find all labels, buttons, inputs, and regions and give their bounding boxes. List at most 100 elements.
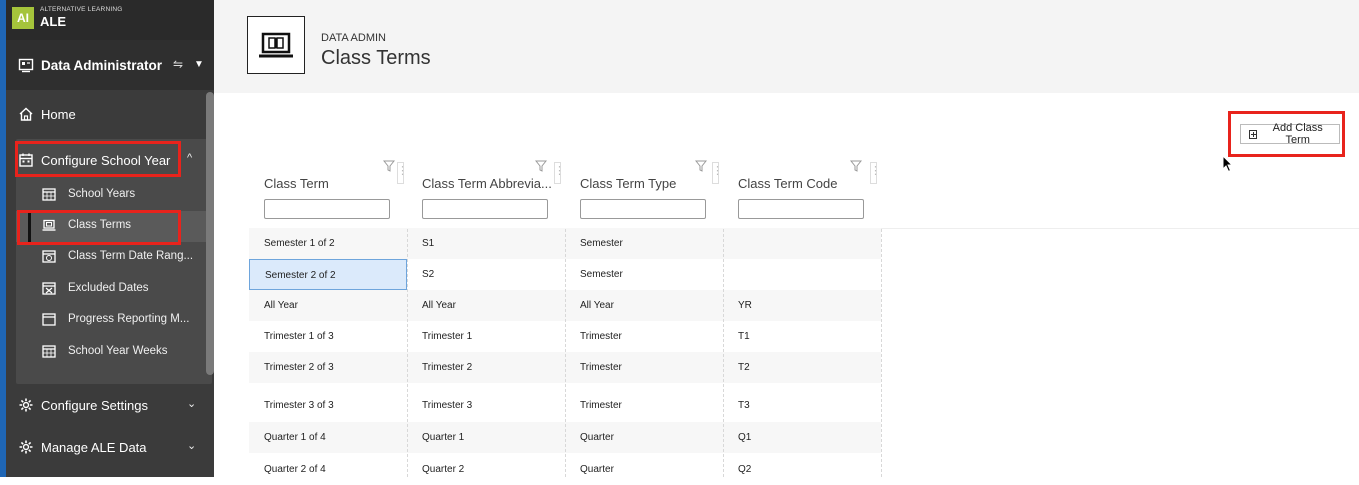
cell-type[interactable]: Trimester <box>565 321 723 352</box>
calendar-clock-icon <box>42 250 56 263</box>
column-divider <box>723 229 724 477</box>
column-header-class-term-type[interactable]: Class Term Type <box>565 160 723 228</box>
cell-abbreviation[interactable]: Quarter 1 <box>407 422 565 453</box>
column-header-class-term-abbreviation[interactable]: Class Term Abbrevia... <box>407 160 565 228</box>
gear-icon <box>19 440 33 454</box>
sidebar-item-label: Home <box>41 107 76 122</box>
cell-type[interactable]: Trimester <box>565 352 723 383</box>
cell-type[interactable]: Quarter <box>565 454 723 485</box>
cell-code[interactable]: Q1 <box>723 422 881 453</box>
cell-abbreviation[interactable]: All Year <box>407 290 565 321</box>
cell-class-term-selected[interactable]: Semester 2 of 2 <box>249 259 407 290</box>
cell-code[interactable]: Q2 <box>723 454 881 485</box>
cell-code[interactable] <box>723 228 881 259</box>
sidebar-item-configure-settings[interactable]: Configure Settings ⌄ <box>6 384 214 428</box>
cell-class-term[interactable]: All Year <box>249 290 407 321</box>
sidebar-item-manage-ale-data[interactable]: Manage ALE Data ⌄ <box>6 426 214 470</box>
role-selector[interactable]: Data Administrator ⇋ ▼ <box>6 40 214 90</box>
cell-type[interactable]: Semester <box>565 228 723 259</box>
sidebar-subitem-class-term-date-ranges[interactable]: Class Term Date Rang... <box>16 242 212 273</box>
cell-class-term[interactable]: Quarter 1 of 4 <box>249 422 407 453</box>
cell-class-term[interactable]: Trimester 3 of 3 <box>249 390 407 421</box>
sidebar-subitem-label: Progress Reporting M... <box>68 313 190 325</box>
cell-code[interactable]: YR <box>723 290 881 321</box>
calendar-weeks-icon <box>42 345 56 358</box>
plus-box-icon <box>1249 129 1258 139</box>
cell-abbreviation[interactable]: Trimester 1 <box>407 321 565 352</box>
cell-type[interactable]: Trimester <box>565 390 723 421</box>
cell-abbreviation[interactable]: Quarter 2 <box>407 454 565 485</box>
column-title: Class Term Type <box>580 176 677 191</box>
calendar-excluded-icon <box>42 282 56 295</box>
cell-class-term[interactable]: Semester 1 of 2 <box>249 228 407 259</box>
cell-code[interactable] <box>723 259 881 290</box>
cell-class-term[interactable]: Trimester 2 of 3 <box>249 352 407 383</box>
breadcrumb: DATA ADMIN <box>321 32 386 44</box>
cell-type[interactable]: Semester <box>565 259 723 290</box>
sidebar-subitem-label: Class Term Date Rang... <box>68 250 194 262</box>
header-divider <box>881 228 1359 229</box>
cell-code[interactable]: T3 <box>723 390 881 421</box>
sidebar-item-label: Manage ALE Data <box>41 440 147 455</box>
column-header-class-term-code[interactable]: Class Term Code <box>723 160 881 228</box>
column-title: Class Term Code <box>738 176 838 191</box>
sidebar-subitem-label: School Years <box>68 188 136 200</box>
column-menu-icon[interactable] <box>712 162 723 184</box>
page-title: Class Terms <box>321 47 431 69</box>
home-icon <box>19 107 33 121</box>
caret-down-icon[interactable]: ▼ <box>194 59 204 70</box>
role-label: Data Administrator <box>41 58 163 73</box>
calendar-grid-icon <box>42 188 56 201</box>
filter-icon[interactable] <box>695 160 707 172</box>
cell-abbreviation[interactable]: S2 <box>407 259 565 290</box>
page-icon <box>247 16 305 74</box>
cell-abbreviation[interactable]: S1 <box>407 228 565 259</box>
column-title: Class Term Abbrevia... <box>422 176 552 191</box>
brand[interactable]: AI ALTERNATIVE LEARNING ALE <box>6 0 214 40</box>
sidebar-subitem-label: Excluded Dates <box>68 282 149 294</box>
column-title: Class Term <box>264 176 329 191</box>
filter-icon[interactable] <box>383 160 395 172</box>
chevron-down-icon[interactable]: ⌄ <box>187 397 196 410</box>
filter-input-class-term-abbreviation[interactable] <box>422 199 548 219</box>
sidebar-subitem-school-year-weeks[interactable]: School Year Weeks <box>16 337 212 368</box>
column-menu-icon[interactable] <box>870 162 881 184</box>
highlight-class-terms <box>17 210 181 245</box>
filter-icon[interactable] <box>850 160 862 172</box>
cell-type[interactable]: All Year <box>565 290 723 321</box>
column-menu-icon[interactable] <box>397 162 408 184</box>
sidebar-subitem-school-years[interactable]: School Years <box>16 180 212 211</box>
cell-abbreviation[interactable]: Trimester 2 <box>407 352 565 383</box>
cell-class-term[interactable]: Trimester 1 of 3 <box>249 321 407 352</box>
column-header-class-term[interactable]: Class Term <box>249 160 408 228</box>
sidebar-subitem-excluded-dates[interactable]: Excluded Dates <box>16 274 212 305</box>
cell-class-term[interactable]: Quarter 2 of 4 <box>249 454 407 485</box>
sidebar-scrollbar[interactable] <box>206 92 214 375</box>
chevron-up-icon[interactable]: ^ <box>187 152 192 164</box>
admin-icon <box>18 58 34 73</box>
gear-icon <box>19 398 33 412</box>
sidebar-subitem-label: School Year Weeks <box>68 345 168 357</box>
column-divider <box>407 229 408 477</box>
sidebar-item-label: Configure Settings <box>41 398 148 413</box>
cell-abbreviation[interactable]: Trimester 3 <box>407 390 565 421</box>
column-divider <box>881 229 882 477</box>
cell-code[interactable]: T2 <box>723 352 881 383</box>
sidebar-item-home[interactable]: Home <box>6 93 214 137</box>
class-terms-grid: Class Term Class Term Abbrevia... Class … <box>249 160 1359 477</box>
highlight-configure-school-year <box>15 141 181 177</box>
brand-logo: AI <box>12 7 34 29</box>
sidebar-subitem-progress-reporting[interactable]: Progress Reporting M... <box>16 305 212 336</box>
page-header: DATA ADMIN Class Terms <box>214 0 1359 93</box>
switch-role-icon[interactable]: ⇋ <box>173 57 183 71</box>
cell-type[interactable]: Quarter <box>565 422 723 453</box>
filter-input-class-term-code[interactable] <box>738 199 864 219</box>
add-class-term-button[interactable]: Add Class Term <box>1240 122 1340 146</box>
column-menu-icon[interactable] <box>554 162 565 184</box>
cell-code[interactable]: T1 <box>723 321 881 352</box>
filter-icon[interactable] <box>535 160 547 172</box>
chevron-down-icon[interactable]: ⌄ <box>187 439 196 452</box>
brand-title: ALE <box>40 14 66 29</box>
filter-input-class-term[interactable] <box>264 199 390 219</box>
filter-input-class-term-type[interactable] <box>580 199 706 219</box>
